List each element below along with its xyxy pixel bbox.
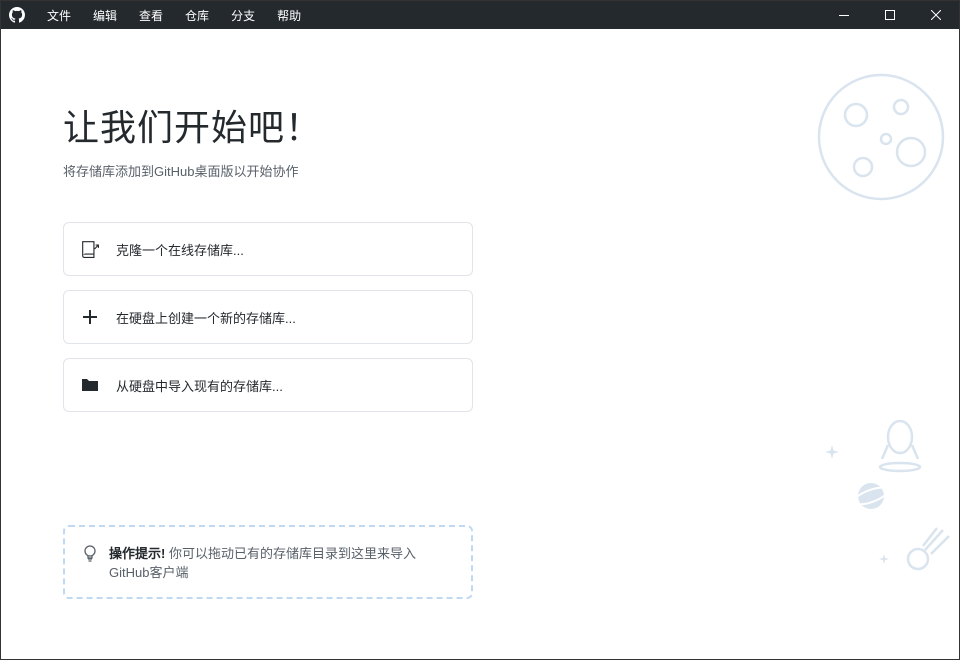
menu-file[interactable]: 文件 — [37, 3, 81, 28]
planet-illustration-icon — [853, 478, 889, 514]
option-label: 克隆一个在线存储库... — [116, 240, 244, 259]
create-repository-option[interactable]: 在硬盘上创建一个新的存储库... — [63, 290, 473, 344]
welcome-content: 让我们开始吧！ 将存储库添加到GitHub桌面版以开始协作 克隆一个在线存储库.… — [1, 29, 959, 659]
menu-repository[interactable]: 仓库 — [175, 3, 219, 28]
menu-edit[interactable]: 编辑 — [83, 3, 127, 28]
option-label: 在硬盘上创建一个新的存储库... — [116, 308, 296, 327]
minimize-button[interactable] — [821, 1, 867, 29]
menu-branch[interactable]: 分支 — [221, 3, 265, 28]
star-icon — [825, 445, 839, 459]
clone-repository-option[interactable]: 克隆一个在线存储库... — [63, 222, 473, 276]
folder-icon — [80, 375, 100, 395]
clone-icon — [80, 239, 100, 259]
tip-label: 操作提示! — [109, 546, 165, 561]
menu-view[interactable]: 查看 — [129, 3, 173, 28]
maximize-button[interactable] — [867, 1, 913, 29]
menu-help[interactable]: 帮助 — [267, 3, 311, 28]
moon-illustration-icon — [801, 67, 951, 217]
tip-box: 操作提示! 你可以拖动已有的存储库目录到这里来导入GitHub客户端 — [63, 525, 473, 599]
comet-illustration-icon — [903, 524, 953, 574]
menu-bar: 文件 编辑 查看 仓库 分支 帮助 — [37, 3, 311, 28]
plus-icon — [80, 307, 100, 327]
titlebar: 文件 编辑 查看 仓库 分支 帮助 — [1, 1, 959, 29]
star-icon — [879, 554, 889, 564]
tip-text: 操作提示! 你可以拖动已有的存储库目录到这里来导入GitHub客户端 — [109, 543, 453, 581]
add-repository-option[interactable]: 从硬盘中导入现有的存储库... — [63, 358, 473, 412]
rocket-illustration-icon — [876, 419, 924, 479]
github-logo-icon — [9, 7, 25, 23]
option-label: 从硬盘中导入现有的存储库... — [116, 376, 283, 395]
lightbulb-icon — [83, 545, 97, 566]
close-button[interactable] — [913, 1, 959, 29]
window-controls — [821, 1, 959, 29]
